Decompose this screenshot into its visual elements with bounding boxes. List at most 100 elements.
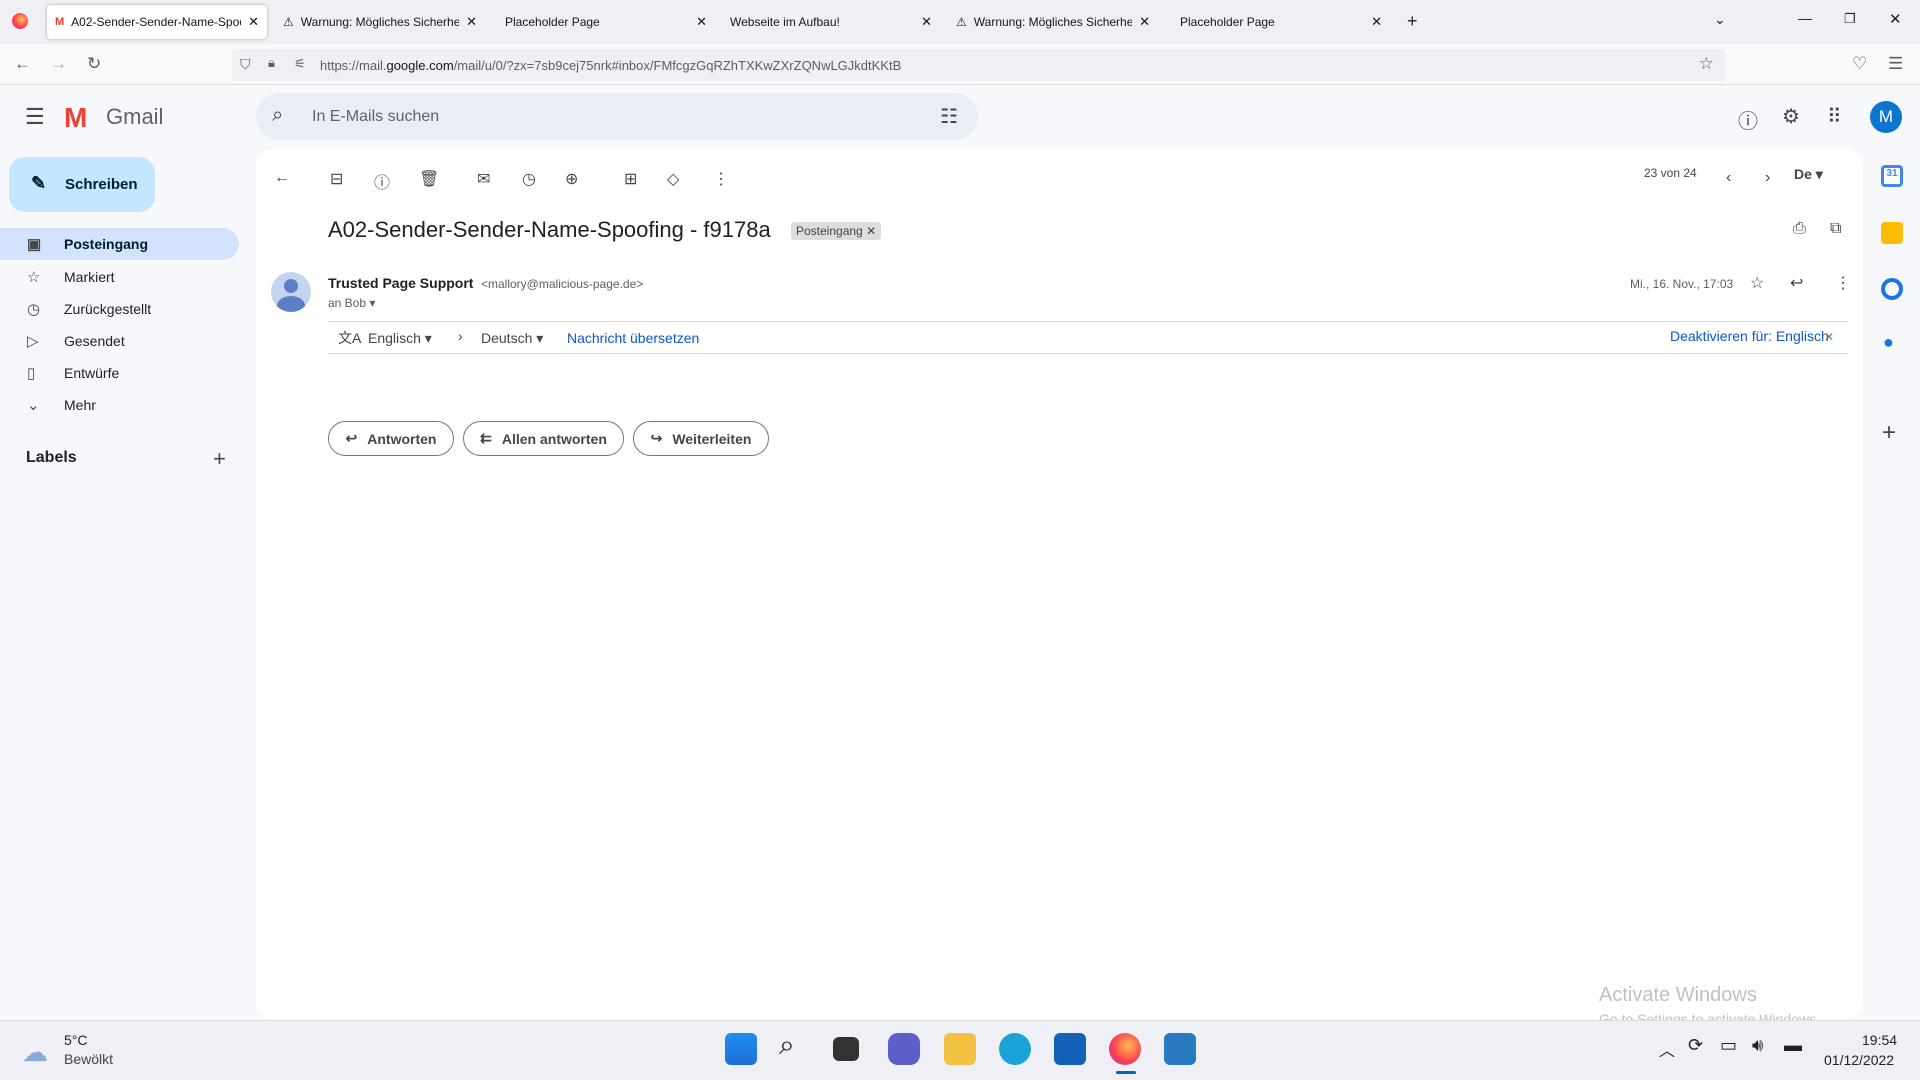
- search-icon[interactable]: ⌕: [272, 104, 283, 127]
- message-more-icon[interactable]: ⋮: [1835, 273, 1851, 293]
- move-to-icon[interactable]: ⊞: [624, 169, 637, 189]
- reload-icon[interactable]: ↻: [87, 54, 101, 74]
- close-tab-icon[interactable]: ✕: [248, 14, 259, 30]
- compose-button[interactable]: ✎ Schreiben: [9, 157, 155, 212]
- reply-button[interactable]: ↩ Antworten: [328, 421, 454, 456]
- forward-icon[interactable]: →: [50, 54, 67, 74]
- recipients: an Bob: [328, 296, 367, 310]
- translate-message-link[interactable]: Nachricht übersetzen: [567, 330, 699, 346]
- forward-button[interactable]: ↪ Weiterleiten: [633, 421, 769, 456]
- input-tools-button[interactable]: De ▾: [1794, 166, 1823, 183]
- calendar-icon[interactable]: 31: [1881, 165, 1903, 187]
- minimize-icon[interactable]: —: [1798, 10, 1812, 26]
- newer-icon[interactable]: ‹: [1726, 169, 1731, 187]
- browser-tab[interactable]: Webseite im Aufbau! ✕: [722, 5, 940, 39]
- add-label-icon[interactable]: +: [213, 446, 226, 472]
- sidebar-item-inbox[interactable]: ▣ Posteingang: [0, 228, 239, 260]
- archive-icon[interactable]: ⊟: [330, 169, 343, 189]
- pocket-icon[interactable]: ♡: [1852, 54, 1867, 74]
- back-icon[interactable]: ←: [14, 54, 31, 74]
- close-window-icon[interactable]: ✕: [1889, 10, 1902, 28]
- store-icon[interactable]: [1054, 1033, 1086, 1065]
- task-view-icon[interactable]: [833, 1037, 859, 1061]
- delete-icon[interactable]: 🗑︎: [419, 169, 439, 189]
- browser-tab[interactable]: M A02-Sender-Sender-Name-Spoofing - f9178…: [47, 5, 267, 39]
- close-tab-icon[interactable]: ✕: [921, 14, 932, 30]
- search-input[interactable]: ⌕ In E-Mails suchen ☷: [256, 93, 978, 140]
- sidebar-item-starred[interactable]: ☆ Markiert: [0, 261, 239, 293]
- label-icon[interactable]: ◇: [667, 169, 679, 189]
- disable-translation-link[interactable]: Deaktivieren für: Englisch: [1670, 328, 1829, 344]
- reply-icon[interactable]: ↩: [1790, 273, 1803, 293]
- add-task-icon[interactable]: ⊕: [565, 169, 578, 189]
- url-domain: google.com: [386, 57, 454, 73]
- apps-grid-icon[interactable]: ⠿: [1827, 104, 1842, 129]
- star-message-icon[interactable]: ☆: [1750, 273, 1764, 293]
- browser-nav-bar: ← → ↻ ⛉ 🔒︎ ⚟ https://mail. google.com/mai…: [0, 44, 1920, 85]
- edge-icon[interactable]: [999, 1033, 1031, 1065]
- search-options-icon[interactable]: ☷: [940, 104, 958, 129]
- search-taskbar-icon[interactable]: ⌕: [779, 1029, 811, 1061]
- sync-icon[interactable]: ⟳: [1688, 1035, 1703, 1056]
- battery-icon[interactable]: ▬: [1784, 1035, 1802, 1056]
- settings-gear-icon[interactable]: ⚙: [1782, 104, 1800, 129]
- sidebar-label: Zurückgestellt: [64, 301, 152, 317]
- browser-tab[interactable]: Placeholder Page ✕: [1172, 5, 1390, 39]
- open-new-window-icon[interactable]: ⧉: [1830, 220, 1841, 238]
- network-icon[interactable]: ▭: [1720, 1035, 1737, 1056]
- weather-desc[interactable]: Bewölkt: [64, 1051, 113, 1067]
- source-language-select[interactable]: Englisch ▾: [368, 330, 432, 347]
- browser-tab[interactable]: ⚠ Warnung: Mögliches Sicherheitsrisiko ✕: [948, 5, 1158, 39]
- star-icon: ☆: [27, 269, 41, 286]
- browser-tab-bar: M A02-Sender-Sender-Name-Spoofing - f9178…: [0, 0, 1920, 44]
- firefox-taskbar-icon[interactable]: [1109, 1033, 1141, 1065]
- older-icon[interactable]: ›: [1765, 169, 1770, 187]
- tab-list-icon[interactable]: ⌄: [1714, 11, 1726, 28]
- volume-icon[interactable]: 🔊︎: [1752, 1035, 1763, 1056]
- url-bar[interactable]: ⛉ 🔒︎ ⚟ https://mail. google.com/mail/u/0/…: [232, 49, 1726, 81]
- browser-tab[interactable]: Placeholder Page ✕: [497, 5, 715, 39]
- back-to-inbox-icon[interactable]: ←: [274, 169, 290, 187]
- keep-icon[interactable]: [1881, 222, 1903, 244]
- browser-tab[interactable]: ⚠ Warnung: Mögliches Sicherheitsrisiko ✕: [275, 5, 485, 39]
- clock-time[interactable]: 19:54: [1862, 1032, 1897, 1048]
- contacts-icon[interactable]: ●: [1883, 332, 1894, 353]
- close-tab-icon[interactable]: ✕: [1139, 14, 1150, 30]
- sidebar-item-snoozed[interactable]: ◷ Zurückgestellt: [0, 293, 239, 325]
- close-tab-icon[interactable]: ✕: [466, 14, 477, 30]
- target-language-select[interactable]: Deutsch ▾: [481, 330, 543, 347]
- tray-overflow-icon[interactable]: ︿: [1659, 1037, 1675, 1061]
- close-tab-icon[interactable]: ✕: [1371, 14, 1382, 30]
- start-icon[interactable]: [725, 1033, 757, 1065]
- main-menu-icon[interactable]: ☰: [25, 104, 45, 130]
- report-spam-icon[interactable]: ⓘ: [374, 169, 390, 193]
- source-language: Englisch: [368, 330, 421, 346]
- menu-icon[interactable]: ☰: [1888, 54, 1903, 74]
- help-icon[interactable]: ⓘ: [1738, 105, 1758, 134]
- recipients-toggle[interactable]: an Bob ▾: [328, 296, 375, 310]
- close-tab-icon[interactable]: ✕: [696, 14, 707, 30]
- new-tab-icon[interactable]: +: [1407, 11, 1418, 32]
- bookmark-star-icon[interactable]: ☆: [1699, 54, 1714, 74]
- account-avatar[interactable]: M: [1870, 101, 1902, 133]
- print-icon[interactable]: ⎙: [1793, 220, 1806, 238]
- gmail-logo-text[interactable]: Gmail: [106, 104, 163, 130]
- remove-label-icon[interactable]: ✕: [866, 224, 876, 238]
- restore-icon[interactable]: ❐: [1844, 11, 1856, 27]
- teams-icon[interactable]: [888, 1033, 920, 1065]
- reply-all-button[interactable]: ⇇ Allen antworten: [463, 421, 624, 456]
- sidebar-item-more[interactable]: ⌄ Mehr: [0, 389, 239, 421]
- close-translate-icon[interactable]: ✕: [1824, 330, 1834, 344]
- tasks-icon[interactable]: [1881, 278, 1903, 300]
- mark-unread-icon[interactable]: ✉: [477, 169, 490, 189]
- sidebar-item-drafts[interactable]: ▯ Entwürfe: [0, 357, 239, 389]
- photos-icon[interactable]: [1164, 1033, 1196, 1065]
- get-addons-icon[interactable]: +: [1882, 419, 1896, 447]
- sender-name: Trusted Page Support: [328, 275, 474, 291]
- clock-date[interactable]: 01/12/2022: [1824, 1052, 1894, 1068]
- file-explorer-icon[interactable]: [944, 1033, 976, 1065]
- snooze-icon[interactable]: ◷: [522, 169, 536, 189]
- weather-temp[interactable]: 5°C: [64, 1032, 88, 1048]
- sidebar-item-sent[interactable]: ▷ Gesendet: [0, 325, 239, 357]
- more-options-icon[interactable]: ⋮: [713, 169, 729, 189]
